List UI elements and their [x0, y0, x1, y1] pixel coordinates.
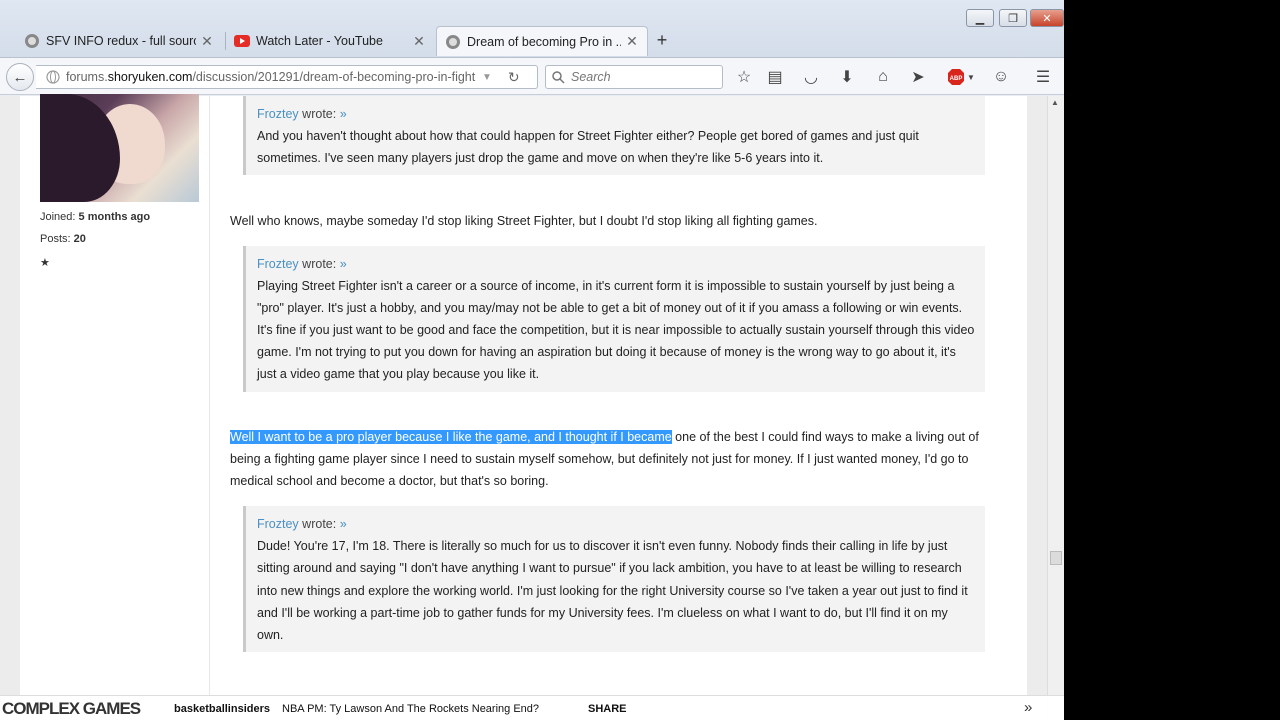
scrollbar-thumb[interactable]	[1050, 551, 1062, 565]
svg-text:ABP: ABP	[950, 76, 963, 82]
ticker-headline[interactable]: NBA PM: Ty Lawson And The Rockets Nearin…	[282, 703, 539, 715]
browser-window: SFV INFO redux - full sourc... ✕ Watch L…	[0, 0, 1064, 720]
share-icon[interactable]: ➤	[908, 67, 928, 87]
quote-author-link[interactable]: Froztey	[257, 107, 299, 121]
tab-label: Dream of becoming Pro in ...	[467, 34, 621, 49]
close-tab-icon[interactable]: ✕	[412, 33, 426, 50]
complex-games-logo[interactable]: COMPLEX GAMES	[2, 699, 141, 719]
minimize-button[interactable]: ▁	[966, 9, 994, 27]
back-button[interactable]: ←	[6, 63, 34, 91]
reading-list-icon[interactable]: ▤	[765, 67, 785, 87]
quote-source-link[interactable]: »	[340, 257, 347, 271]
reply-text: Well who knows, maybe someday I'd stop l…	[230, 214, 818, 228]
tab-watch-later[interactable]: Watch Later - YouTube ✕	[226, 26, 434, 56]
forum-page: Joined: 5 months ago Posts: 20 ★ Froztey…	[20, 94, 1027, 720]
quote-text: Dude! You're 17, I'm 18. There is litera…	[257, 539, 968, 643]
download-icon[interactable]: ⬇	[837, 67, 857, 87]
avatar[interactable]	[40, 94, 199, 202]
user-sidebar: Joined: 5 months ago Posts: 20 ★	[30, 94, 210, 720]
home-icon[interactable]: ⌂	[873, 67, 893, 87]
url-text: forums.shoryuken.com/discussion/201291/d…	[66, 70, 476, 84]
tab-label: SFV INFO redux - full sourc...	[46, 34, 196, 48]
url-domain-prefix: forums.	[66, 70, 108, 84]
share-button[interactable]: SHARE	[588, 703, 627, 715]
news-ticker: COMPLEX GAMES basketballinsiders NBA PM:…	[0, 695, 1064, 720]
close-tab-icon[interactable]: ✕	[625, 33, 639, 50]
quote-block: Froztey wrote: » And you haven't thought…	[243, 96, 985, 175]
quote-wrote: wrote:	[302, 107, 337, 121]
globe-icon	[46, 70, 60, 84]
joined-value: 5 months ago	[78, 211, 151, 223]
quote-wrote: wrote:	[302, 257, 337, 271]
navigation-toolbar: forums.shoryuken.com/discussion/201291/d…	[0, 57, 1064, 95]
youtube-icon	[234, 35, 250, 47]
close-tab-icon[interactable]: ✕	[200, 33, 214, 50]
shoryuken-icon	[446, 34, 460, 49]
scroll-up-icon[interactable]: ▲	[1051, 98, 1059, 107]
quote-block: Froztey wrote: » Playing Street Fighter …	[243, 246, 985, 392]
url-path: /discussion/201291/dream-of-becoming-pro…	[192, 70, 476, 84]
tab-dream-pro[interactable]: Dream of becoming Pro in ... ✕	[436, 26, 648, 56]
maximize-button[interactable]: ❐	[999, 9, 1027, 27]
joined-info: Joined: 5 months ago	[40, 211, 150, 223]
search-placeholder: Search	[571, 70, 611, 84]
posts-value: 20	[73, 233, 86, 245]
pocket-icon[interactable]: ◡	[801, 67, 821, 87]
tab-label: Watch Later - YouTube	[256, 34, 383, 48]
joined-label: Joined:	[40, 211, 76, 223]
search-icon	[552, 70, 565, 84]
url-domain: shoryuken.com	[107, 70, 193, 84]
emoji-icon[interactable]: ☺	[991, 67, 1011, 87]
quote-text: And you haven't thought about how that c…	[257, 129, 919, 165]
shoryuken-icon	[25, 34, 39, 48]
menu-icon[interactable]: ☰	[1033, 67, 1053, 87]
back-arrow-icon: ←	[12, 68, 28, 86]
posts-label: Posts:	[40, 233, 71, 245]
quote-source-link[interactable]: »	[340, 107, 347, 121]
vertical-scrollbar[interactable]: ▲	[1047, 96, 1064, 720]
ticker-source: basketballinsiders	[174, 703, 270, 715]
search-input[interactable]: Search	[545, 65, 723, 89]
url-bar[interactable]: forums.shoryuken.com/discussion/201291/d…	[36, 65, 538, 89]
adblock-icon[interactable]: ABP ▼	[946, 67, 976, 87]
rank-star: ★	[40, 257, 50, 269]
new-tab-button[interactable]: +	[652, 30, 672, 51]
bookmark-star-icon[interactable]: ☆	[734, 67, 754, 87]
dropdown-arrow-icon[interactable]: ▼	[482, 72, 492, 83]
reload-icon[interactable]: ↻	[508, 69, 520, 86]
quote-wrote: wrote:	[302, 517, 337, 531]
quote-source-link[interactable]: »	[340, 517, 347, 531]
tab-sfv-info[interactable]: SFV INFO redux - full sourc... ✕	[16, 26, 222, 56]
selected-text: Well I want to be a pro player because I…	[230, 430, 672, 444]
ticker-next-icon[interactable]: »	[1024, 699, 1032, 716]
tab-bar: SFV INFO redux - full sourc... ✕ Watch L…	[0, 0, 1064, 58]
quote-author-link[interactable]: Froztey	[257, 517, 299, 531]
quote-text: Playing Street Fighter isn't a career or…	[257, 279, 975, 381]
close-window-button[interactable]: ✕	[1030, 9, 1064, 27]
quote-block: Froztey wrote: » Dude! You're 17, I'm 18…	[243, 506, 985, 652]
posts-info: Posts: 20	[40, 233, 86, 245]
reply-text: Well I want to be a pro player because I…	[230, 426, 1005, 492]
quote-author-link[interactable]: Froztey	[257, 257, 299, 271]
page-content: Joined: 5 months ago Posts: 20 ★ Froztey…	[0, 94, 1047, 720]
